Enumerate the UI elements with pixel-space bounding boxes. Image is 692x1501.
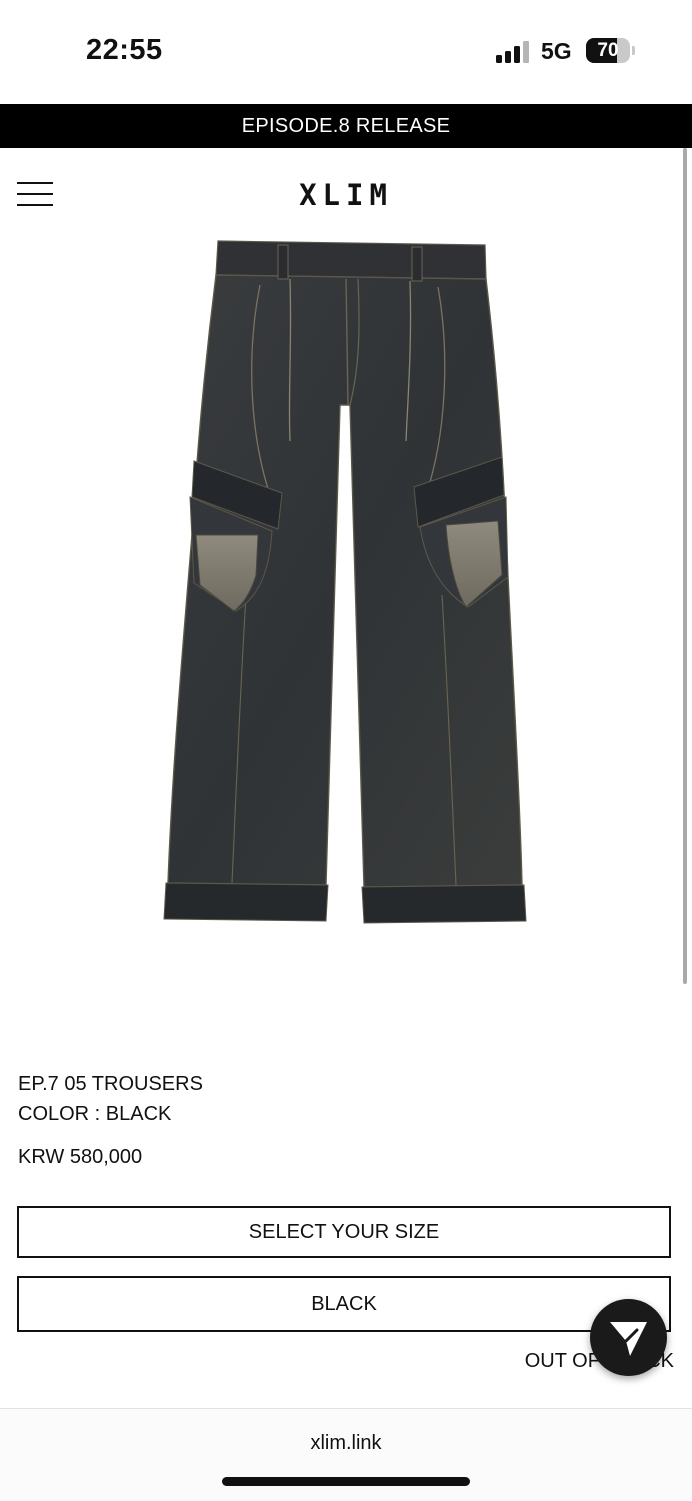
home-indicator[interactable] [222,1477,470,1486]
paper-plane-icon [610,1322,647,1356]
select-size-button[interactable]: SELECT YOUR SIZE [17,1206,671,1258]
color-option-button[interactable]: BLACK [17,1276,671,1332]
site-header: XLIM [0,148,692,238]
network-type: 5G [541,38,572,64]
product-name: EP.7 05 TROUSERS [18,1073,203,1095]
url-text[interactable]: xlim.link [0,1432,692,1455]
product-color: COLOR : BLACK [18,1103,172,1125]
status-time: 22:55 [86,34,163,66]
cellular-signal-icon [496,41,529,63]
chat-button[interactable] [590,1299,667,1376]
browser-url-bar[interactable]: xlim.link [0,1408,692,1501]
brand-logo[interactable]: XLIM [0,178,692,212]
battery-icon: 70 [586,38,635,63]
battery-level: 70 [597,40,619,61]
scroll-indicator[interactable] [683,148,687,984]
status-bar: 22:55 5G 70 [0,0,692,104]
product-image[interactable] [150,235,540,935]
promo-banner[interactable]: EPISODE.8 RELEASE [0,104,692,148]
product-price: KRW 580,000 [18,1146,143,1168]
